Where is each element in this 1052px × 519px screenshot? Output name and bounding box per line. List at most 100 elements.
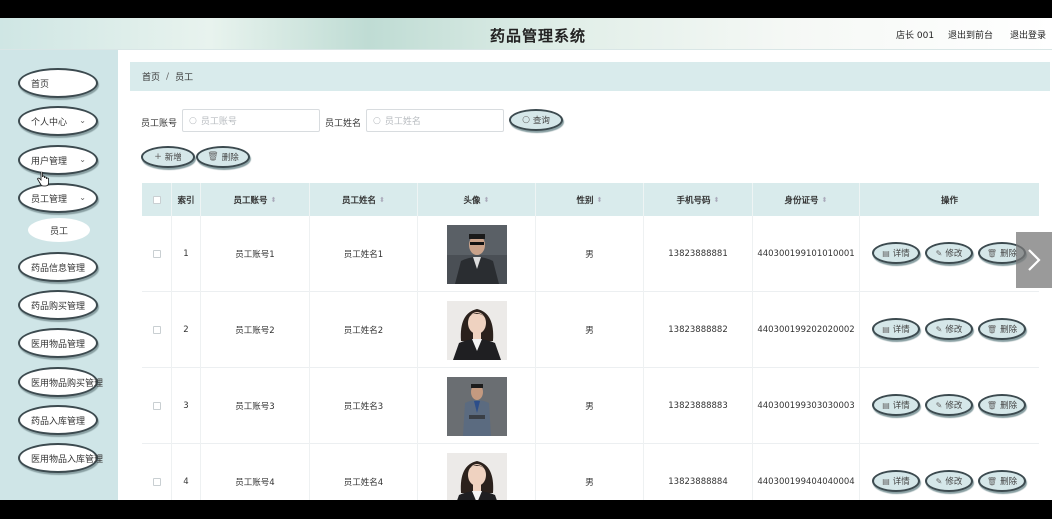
avatar[interactable] [446, 376, 507, 436]
delete-label: 删除 [1000, 477, 1018, 487]
sidebar-item-label: 医用物品入库管理 [31, 454, 104, 465]
add-button-label: 新增 [164, 153, 182, 163]
header-gender[interactable]: 性别 ⬍ [536, 183, 644, 216]
cell-name: 员工姓名1 [310, 216, 418, 292]
avatar[interactable] [446, 300, 507, 360]
delete-button[interactable]: 🗑 删除 [978, 470, 1026, 492]
sidebar-subitem-staff[interactable]: 员工 [28, 218, 90, 242]
detail-button[interactable]: ▤ 详情 [872, 318, 920, 340]
sidebar-item-user-management[interactable]: 用户管理 ⌄ [18, 145, 98, 175]
detail-icon: ▤ [882, 248, 890, 258]
name-search-label: 员工姓名 [325, 119, 362, 129]
trash-icon: 🗑 [986, 324, 998, 334]
sidebar-item-home[interactable]: 首页 [18, 68, 98, 98]
header-label: 身份证号 [784, 195, 819, 206]
row-checkbox[interactable] [152, 250, 161, 258]
detail-icon: ▤ [882, 324, 890, 334]
header-phone[interactable]: 手机号码 ⬍ [644, 183, 753, 216]
delete-button[interactable]: 🗑 删除 [978, 318, 1026, 340]
breadcrumb-home[interactable]: 首页 [142, 70, 160, 83]
cell-id-number: 440300199202020002 [753, 292, 860, 368]
batch-delete-button[interactable]: 🗑 删除 [196, 146, 250, 168]
breadcrumb-separator: / [166, 71, 170, 82]
sidebar-item-label: 首页 [31, 79, 50, 90]
add-button[interactable]: + 新增 [141, 146, 195, 168]
cell-avatar [418, 292, 536, 368]
cell-gender: 男 [536, 292, 644, 368]
sort-icon: ⬍ [821, 195, 828, 204]
detail-button[interactable]: ▤ 详情 [872, 394, 920, 416]
header-avatar[interactable]: 头像 ⬍ [418, 183, 536, 216]
edit-button[interactable]: ✎ 修改 [925, 470, 973, 492]
row-checkbox[interactable] [152, 478, 161, 486]
sidebar-item-label: 药品入库管理 [31, 416, 86, 427]
sidebar-item-label: 员工管理 [31, 194, 68, 205]
current-user: 店长 001 [896, 31, 935, 41]
name-search-placeholder: 员工姓名 [384, 117, 421, 127]
chevron-down-icon: ⌄ [79, 155, 86, 164]
sidebar-item-medical-supplies-purchase[interactable]: 医用物品购买管理 [18, 367, 103, 397]
sidebar-item-label: 药品购买管理 [31, 301, 86, 312]
search-icon: ○ [189, 115, 197, 126]
trash-icon: 🗑 [986, 476, 998, 486]
select-all-checkbox[interactable] [152, 195, 161, 204]
cell-avatar [418, 216, 536, 292]
sort-icon: ⬍ [483, 195, 490, 204]
account-search-input[interactable]: ○ 员工账号 [182, 109, 320, 132]
cell-actions: ▤ 详情 ✎ 修改 🗑 删除 [860, 216, 1039, 292]
back-to-front-link[interactable]: 退出到前台 [948, 28, 993, 41]
row-checkbox-cell [142, 368, 172, 444]
edit-icon: ✎ [935, 400, 943, 410]
account-search-placeholder: 员工账号 [200, 117, 237, 127]
sidebar-item-label: 用户管理 [31, 156, 68, 167]
sidebar-item-drug-purchase[interactable]: 药品购买管理 [18, 290, 98, 320]
header-name[interactable]: 员工姓名 ⬍ [310, 183, 418, 216]
detail-button[interactable]: ▤ 详情 [872, 470, 920, 492]
edit-label: 修改 [945, 477, 963, 487]
row-checkbox[interactable] [152, 402, 161, 410]
plus-icon: + [154, 152, 162, 162]
logout-link[interactable]: 退出登录 [1010, 28, 1046, 41]
sidebar-item-personal-center[interactable]: 个人中心 ⌄ [18, 106, 98, 136]
detail-label: 详情 [892, 477, 910, 487]
cell-account: 员工账号1 [201, 216, 310, 292]
sidebar-item-medical-supplies-stock-in[interactable]: 医用物品入库管理 [18, 443, 103, 473]
sidebar-item-medical-supplies[interactable]: 医用物品管理 [18, 328, 98, 358]
edit-button[interactable]: ✎ 修改 [925, 394, 973, 416]
header-label: 性别 [576, 195, 594, 206]
query-button[interactable]: ○ 查询 [509, 109, 563, 131]
edit-icon: ✎ [935, 324, 943, 334]
row-checkbox-cell [142, 216, 172, 292]
detail-button[interactable]: ▤ 详情 [872, 242, 920, 264]
cell-name: 员工姓名3 [310, 368, 418, 444]
app-title: 药品管理系统 [489, 27, 586, 45]
cell-id-number: 440300199303030003 [753, 368, 860, 444]
sidebar-item-label: 医用物品购买管理 [31, 378, 104, 389]
header-account[interactable]: 员工账号 ⬍ [201, 183, 310, 216]
sidebar-item-staff-management[interactable]: 员工管理 ⌄ [18, 183, 98, 213]
next-slide-button[interactable] [1016, 232, 1052, 288]
delete-button[interactable]: 🗑 删除 [978, 394, 1026, 416]
edit-button[interactable]: ✎ 修改 [925, 318, 973, 340]
sort-icon: ⬍ [379, 195, 385, 204]
avatar-image-male [446, 376, 507, 436]
chevron-down-icon: ⌄ [79, 193, 86, 202]
top-letterbox [0, 0, 1052, 18]
header-checkbox-cell [142, 183, 172, 216]
avatar[interactable] [446, 224, 507, 284]
delete-label: 删除 [1000, 401, 1018, 411]
row-checkbox[interactable] [152, 326, 161, 334]
header-actions: 操作 [860, 183, 1039, 216]
sidebar-item-drug-stock-in[interactable]: 药品入库管理 [18, 405, 98, 435]
cell-account: 员工账号3 [201, 368, 310, 444]
cell-avatar [418, 368, 536, 444]
header-label: 员工姓名 [342, 195, 377, 206]
cell-phone: 13823888881 [644, 216, 753, 292]
sidebar-item-label: 药品信息管理 [31, 263, 86, 274]
sidebar-item-drug-info[interactable]: 药品信息管理 [18, 252, 98, 282]
delete-label: 删除 [1000, 249, 1018, 259]
name-search-input[interactable]: ○ 员工姓名 [366, 109, 504, 132]
breadcrumb: 首页 / 员工 [130, 62, 1050, 91]
header-id-number[interactable]: 身份证号 ⬍ [753, 183, 860, 216]
edit-button[interactable]: ✎ 修改 [925, 242, 973, 264]
